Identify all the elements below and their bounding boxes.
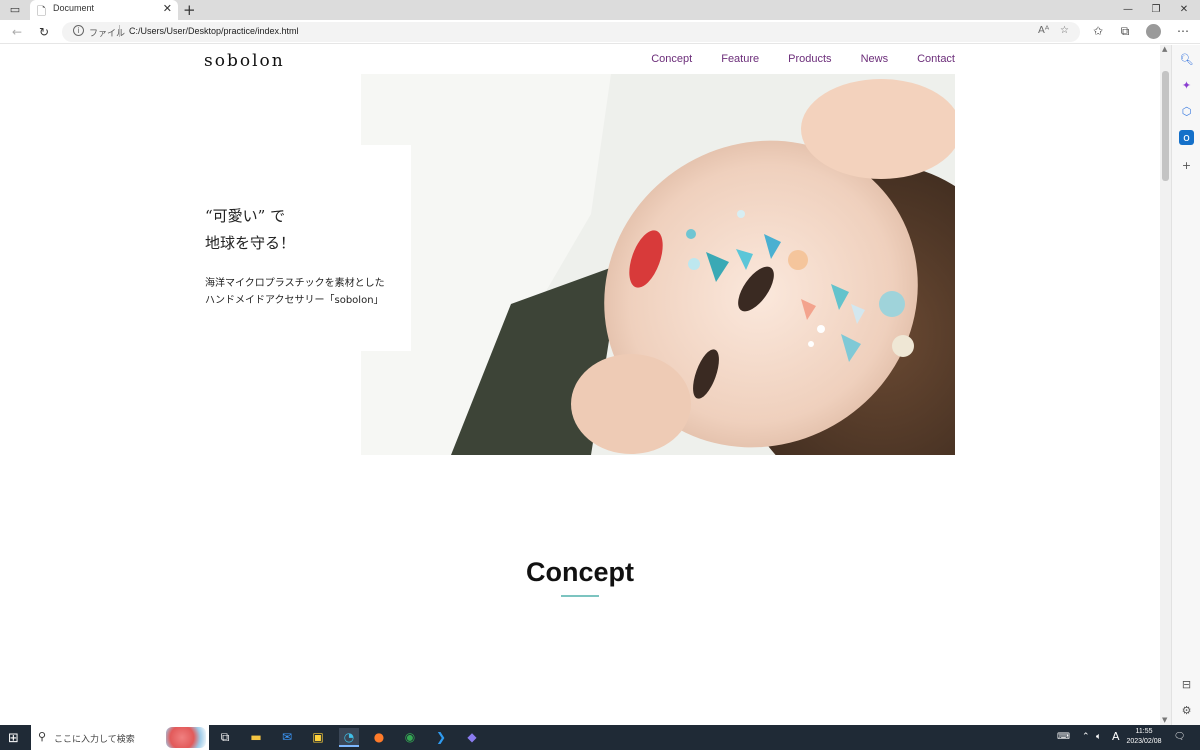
firefox-icon[interactable]: ● xyxy=(369,728,389,747)
scroll-thumb[interactable] xyxy=(1162,71,1169,181)
taskbar-search[interactable]: ⚲ ここに入力して検索 xyxy=(31,725,209,750)
close-window-button[interactable]: ✕ xyxy=(1170,0,1198,20)
ime-indicator[interactable]: A xyxy=(1112,730,1120,743)
clock[interactable]: 11:55 2023/02/08 xyxy=(1124,727,1164,747)
clock-time: 11:55 xyxy=(1135,728,1153,735)
scroll-up-icon[interactable]: ▲ xyxy=(1162,45,1167,53)
hero-subtitle-line-2: ハンドメイドアクセサリー「sobolon」 xyxy=(205,295,384,306)
restore-button[interactable]: ❐ xyxy=(1142,0,1170,20)
tray-expand-icon[interactable]: ⌃ xyxy=(1082,732,1090,742)
tab-title: Document xyxy=(53,3,95,13)
start-button[interactable]: ⊞ xyxy=(8,731,19,746)
search-icon: ⚲ xyxy=(38,730,47,743)
minimize-button[interactable]: — xyxy=(1114,0,1142,20)
back-button[interactable]: ← xyxy=(9,24,25,40)
close-tab-icon[interactable]: ✕ xyxy=(163,2,172,15)
nav-products[interactable]: Products xyxy=(788,53,831,65)
hero-title-line-1: “可愛い” で xyxy=(205,207,286,225)
new-tab-button[interactable]: + xyxy=(183,0,196,20)
nav-concept[interactable]: Concept xyxy=(651,53,692,65)
sidebar-settings-icon[interactable]: ⚙ xyxy=(1179,703,1194,718)
nav-feature[interactable]: Feature xyxy=(721,53,759,65)
copilot-icon[interactable]: ✦ xyxy=(1179,78,1194,93)
windows-taskbar: ⊞ ⚲ ここに入力して検索 ⧉ ▬ ✉ ▣ ◔ ● ◉ ❯ ◆ ⌨ ⌃ 🔈︎ A… xyxy=(0,725,1200,750)
page-viewport: sobolon Concept Feature Products News Co… xyxy=(0,45,1160,725)
more-options-icon[interactable]: ⋯ xyxy=(1175,24,1191,38)
file-explorer-icon[interactable]: ▬ xyxy=(246,728,266,747)
page-scrollbar[interactable]: ▲ ▼ xyxy=(1160,45,1171,725)
concept-underline xyxy=(561,595,599,597)
site-nav: Concept Feature Products News Contact xyxy=(622,53,955,65)
hero-photo-art xyxy=(361,74,955,455)
browser-toolbar: ← ↻ i ファイル C:/Users/User/Desktop/practic… xyxy=(0,20,1200,44)
hero-title-line-2: 地球を守る！ xyxy=(205,234,296,252)
edge-icon[interactable]: ◔ xyxy=(339,728,359,747)
collections-icon[interactable]: ⧉ xyxy=(1117,24,1133,39)
concept-heading: Concept xyxy=(526,557,634,587)
scroll-down-icon[interactable]: ▼ xyxy=(1162,716,1167,724)
profile-avatar[interactable] xyxy=(1146,24,1161,39)
nav-news[interactable]: News xyxy=(861,53,889,65)
tab-actions-icon[interactable]: ▭ xyxy=(8,3,22,17)
outlook-icon[interactable]: o xyxy=(1179,130,1194,145)
nav-contact[interactable]: Contact xyxy=(917,53,955,65)
address-bar[interactable]: i ファイル C:/Users/User/Desktop/practice/in… xyxy=(62,22,1080,42)
add-favorite-icon[interactable]: ☆ xyxy=(1060,25,1069,36)
mail-icon[interactable]: ✉ xyxy=(277,728,297,747)
refresh-button[interactable]: ↻ xyxy=(36,24,52,40)
keyboard-icon[interactable]: ⌨ xyxy=(1057,732,1070,742)
clock-date: 2023/02/08 xyxy=(1126,738,1162,745)
info-icon[interactable]: i xyxy=(73,25,84,36)
hero-image xyxy=(361,74,955,455)
search-highlight-image xyxy=(166,727,206,748)
hero-title: “可愛い” で 地球を守る！ xyxy=(205,203,295,257)
task-view-icon[interactable]: ⧉ xyxy=(215,728,235,747)
hide-sidebar-icon[interactable]: ⊟ xyxy=(1179,677,1194,692)
volume-icon[interactable]: 🔈︎ xyxy=(1096,732,1101,742)
app-icon[interactable]: ◆ xyxy=(462,728,482,747)
address-divider xyxy=(119,25,120,37)
search-icon[interactable]: 🔍︎ xyxy=(1179,52,1194,67)
store-icon[interactable]: ▣ xyxy=(308,728,328,747)
site-logo[interactable]: sobolon xyxy=(204,51,285,71)
browser-tab[interactable]: 🗋 Document ✕ xyxy=(30,0,178,20)
read-aloud-icon[interactable]: Aᴬ xyxy=(1038,25,1049,36)
taskbar-search-placeholder: ここに入力して検索 xyxy=(54,735,135,745)
edge-sidebar: 🔍︎ ✦ ⬡ o + ⊟ ⚙ xyxy=(1171,45,1200,725)
browser-tab-bar: ▭ 🗋 Document ✕ + — ❐ ✕ xyxy=(0,0,1200,20)
hero-subtitle: 海洋マイクロプラスチックを素材とした ハンドメイドアクセサリー「sobolon」 xyxy=(205,275,385,309)
favorites-icon[interactable]: ✩ xyxy=(1090,24,1106,38)
vscode-icon[interactable]: ❯ xyxy=(431,728,451,747)
office-icon[interactable]: ⬡ xyxy=(1179,104,1194,119)
address-url[interactable]: C:/Users/User/Desktop/practice/index.htm… xyxy=(129,26,299,36)
add-sidebar-app-icon[interactable]: + xyxy=(1179,158,1194,173)
notification-icon[interactable]: 🗨︎ xyxy=(1174,732,1185,742)
chrome-icon[interactable]: ◉ xyxy=(400,728,420,747)
hero-subtitle-line-1: 海洋マイクロプラスチックを素材とした xyxy=(205,278,385,289)
